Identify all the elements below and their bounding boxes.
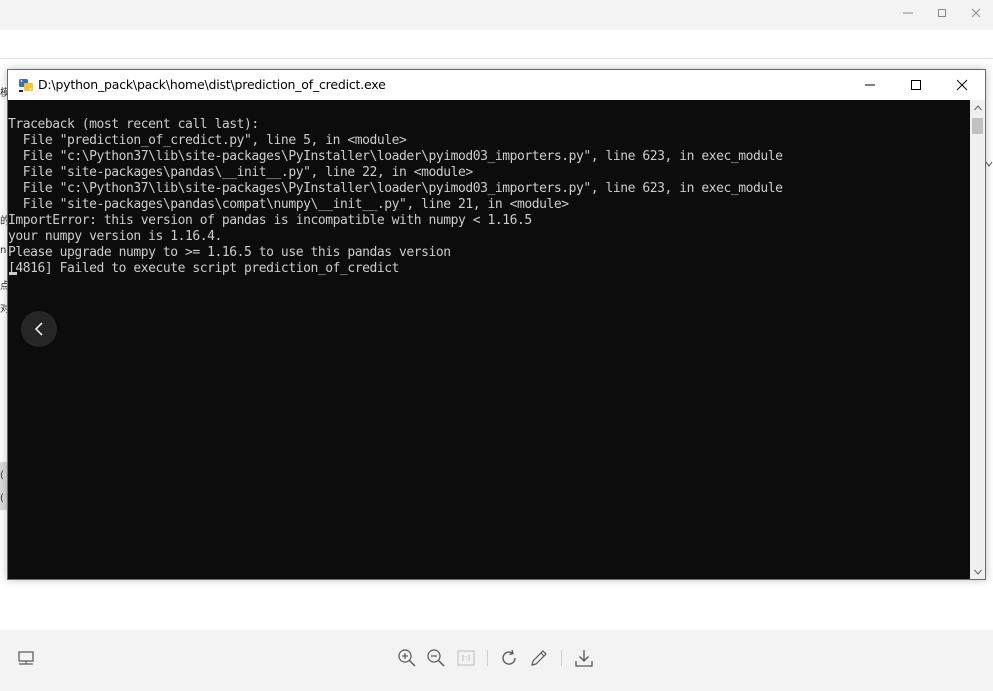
actual-size-button[interactable] [454,646,478,670]
filmstrip-button[interactable] [14,646,38,670]
rotate-icon [502,649,516,665]
download-button[interactable] [572,646,596,670]
terminal-line: your numpy version is 1.16.4. [8,229,222,244]
edit-button[interactable] [527,646,551,670]
terminal-line: File "c:\Python37\lib\site-packages\PyIn… [8,181,783,196]
chevron-down-icon [985,161,993,167]
maximize-icon [911,80,921,90]
maximize-icon [938,9,946,17]
minimize-icon [903,12,913,14]
terminal-line: File "site-packages\pandas\compat\numpy\… [8,197,569,212]
terminal-line: ImportError: this version of pandas is i… [8,213,532,228]
viewer-titlebar [0,0,993,30]
terminal-cursor [9,272,17,275]
scroll-down-button[interactable] [970,564,985,579]
console-maximize-button[interactable] [893,70,939,100]
chevron-down-icon [973,569,982,575]
console-window: D:\python_pack\pack\home\dist\prediction… [7,69,986,580]
pencil-icon [531,650,547,666]
chevron-up-icon [973,104,982,110]
terminal-output[interactable]: Traceback (most recent call last): File … [8,100,970,579]
background-dropdown-arrow [985,160,993,184]
viewer-minimize-button[interactable] [897,4,919,22]
console-minimize-button[interactable] [847,70,893,100]
background-toolbar-strip [0,58,993,67]
download-icon [575,650,593,667]
viewer-toolbar [0,630,993,691]
terminal-line: Please upgrade numpy to >= 1.16.5 to use… [8,245,451,260]
rotate-button[interactable] [498,646,522,670]
actual-size-icon [457,650,475,666]
zoom-in-icon [398,649,416,667]
terminal-line: File "c:\Python37\lib\site-packages\PyIn… [8,149,783,164]
terminal-line: File "site-packages\pandas\__init__.py",… [8,165,473,180]
viewer-close-button[interactable] [965,4,987,22]
zoom-in-button[interactable] [395,646,419,670]
vertical-scrollbar[interactable] [970,100,985,579]
minimize-icon [865,84,875,86]
close-icon [971,8,981,18]
terminal-line: [4816] Failed to execute script predicti… [8,261,399,276]
scrollbar-thumb[interactable] [972,118,983,134]
previous-image-button[interactable] [21,311,57,347]
viewer-maximize-button[interactable] [931,4,953,22]
console-titlebar[interactable]: D:\python_pack\pack\home\dist\prediction… [8,70,985,100]
terminal-line: File "prediction_of_credict.py", line 5,… [8,133,407,148]
filmstrip-icon [18,651,34,665]
toolbar-divider [561,650,562,666]
terminal-line: Traceback (most recent call last): [8,117,259,132]
scroll-up-button[interactable] [970,100,985,115]
python-app-icon [19,79,33,92]
zoom-out-icon [427,649,445,667]
zoom-out-button[interactable] [424,646,448,670]
console-close-button[interactable] [939,70,985,100]
close-icon [956,79,968,91]
toolbar-divider [487,650,488,666]
chevron-left-icon [34,322,43,336]
console-title: D:\python_pack\pack\home\dist\prediction… [38,77,386,92]
